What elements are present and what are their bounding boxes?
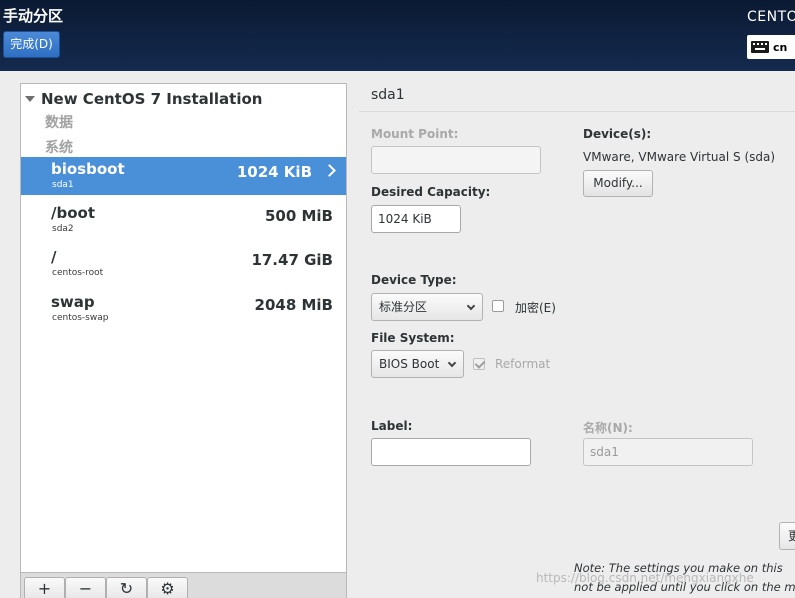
partition-device: sda1	[52, 180, 74, 190]
file-system-select[interactable]: BIOS Boot	[371, 350, 464, 378]
partition-size: 17.47 GiB	[251, 251, 333, 269]
partition-mount: /	[51, 248, 57, 266]
watermark: https://blog.csdn.net/mengxiangxhe	[536, 571, 754, 585]
group-label-data: 数据	[45, 115, 73, 131]
partition-toolbar: + − ↻ ⚙	[20, 573, 347, 598]
label-input[interactable]	[371, 438, 531, 466]
devices-value: VMware, VMware Virtual S (sda)	[583, 150, 776, 164]
chevron-right-icon	[323, 164, 336, 177]
mount-point-field[interactable]	[371, 146, 541, 174]
keyboard-layout-label: cn	[773, 40, 788, 54]
mount-point-label: Mount Point:	[371, 127, 459, 141]
expand-triangle-icon	[25, 96, 35, 102]
configure-button[interactable]: ⚙	[147, 577, 188, 598]
device-type-value: 标准分区	[379, 300, 428, 314]
section-divider	[359, 111, 795, 112]
desired-capacity-label: Desired Capacity:	[371, 185, 491, 199]
partition-mount: biosboot	[51, 160, 125, 178]
os-name: CENTO	[747, 9, 795, 25]
partition-row-biosboot[interactable]: biosboot sda1 1024 KiB	[21, 157, 346, 195]
done-button[interactable]: 完成(D)	[3, 31, 60, 58]
partition-row-swap[interactable]: swap centos-swap 2048 MiB	[21, 290, 346, 328]
devices-label: Device(s):	[583, 127, 652, 141]
partition-mount: /boot	[51, 204, 95, 222]
partition-device: centos-swap	[52, 313, 109, 323]
partition-row-boot[interactable]: /boot sda2 500 MiB	[21, 201, 346, 239]
refresh-button[interactable]: ↻	[106, 577, 147, 598]
reformat-label: Reformat	[495, 357, 551, 371]
remove-partition-button[interactable]: −	[65, 577, 106, 598]
partition-size: 2048 MiB	[254, 296, 333, 314]
chevron-down-icon	[466, 301, 476, 311]
file-system-value: BIOS Boot	[379, 357, 440, 371]
partition-list-panel: New CentOS 7 Installation 数据 系统 biosboot…	[20, 83, 347, 573]
label-field-label: Label:	[371, 419, 413, 433]
partition-size: 1024 KiB	[236, 163, 312, 181]
add-partition-button[interactable]: +	[24, 577, 65, 598]
partition-device: sda2	[52, 224, 74, 234]
update-settings-button[interactable]: 更	[779, 522, 795, 550]
modify-button[interactable]: Modify...	[583, 170, 653, 197]
name-input[interactable]: sda1	[583, 438, 753, 466]
partition-detail-title: sda1	[371, 87, 405, 103]
partition-mount: swap	[51, 293, 95, 311]
partition-device: centos-root	[52, 268, 104, 278]
desired-capacity-field[interactable]: 1024 KiB	[371, 205, 461, 233]
page-title: 手动分区	[3, 7, 64, 25]
keyboard-layout-indicator[interactable]: cn	[747, 35, 795, 59]
device-type-label: Device Type:	[371, 273, 457, 287]
partition-size: 500 MiB	[264, 207, 333, 225]
installation-title: New CentOS 7 Installation	[41, 90, 263, 108]
group-label-system: 系统	[45, 140, 73, 156]
encrypt-checkbox[interactable]	[492, 300, 504, 312]
reformat-checkbox[interactable]	[473, 358, 485, 370]
file-system-label: File System:	[371, 331, 455, 345]
chevron-down-icon	[447, 358, 457, 368]
installation-expander[interactable]: New CentOS 7 Installation	[25, 90, 262, 108]
name-field-label: 名称(N):	[583, 421, 633, 435]
encrypt-label: 加密(E)	[515, 301, 556, 315]
device-type-select[interactable]: 标准分区	[371, 293, 483, 321]
top-bar: 手动分区 完成(D) CENTO cn	[0, 0, 795, 71]
keyboard-icon	[751, 41, 769, 53]
partition-row-root[interactable]: / centos-root 17.47 GiB	[21, 245, 346, 283]
